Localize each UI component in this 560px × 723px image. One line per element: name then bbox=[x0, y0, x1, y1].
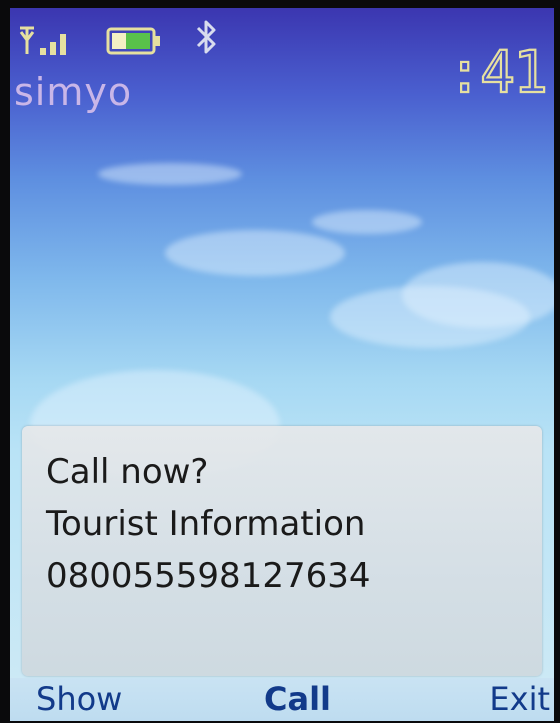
show-softkey[interactable]: Show bbox=[36, 680, 122, 718]
exit-softkey[interactable]: Exit bbox=[489, 680, 550, 718]
signal-strength-icon bbox=[19, 26, 66, 55]
battery-icon bbox=[106, 27, 160, 55]
clock: 21:41 bbox=[448, 38, 548, 100]
bluetooth-icon bbox=[196, 20, 216, 54]
contact-name: Tourist Information bbox=[46, 504, 366, 544]
wallpaper-cloud bbox=[330, 286, 530, 348]
clock-time: 21:41 bbox=[448, 38, 546, 100]
call-softkey[interactable]: Call bbox=[264, 680, 331, 718]
phone-screen: simyo 21:41 Call now? Tourist Informatio… bbox=[10, 8, 554, 721]
dialog-prompt: Call now? bbox=[46, 452, 209, 492]
softkey-bar: Show Call Exit bbox=[10, 678, 554, 721]
operator-name: simyo bbox=[14, 70, 133, 114]
phone-number: 080055598127634 bbox=[46, 556, 371, 596]
status-bar: simyo 21:41 bbox=[10, 8, 554, 118]
wallpaper-cloud bbox=[98, 163, 242, 185]
wallpaper-cloud bbox=[312, 210, 422, 234]
wallpaper-cloud bbox=[165, 230, 345, 276]
call-confirmation-dialog: Call now? Tourist Information 0800555981… bbox=[22, 426, 542, 676]
